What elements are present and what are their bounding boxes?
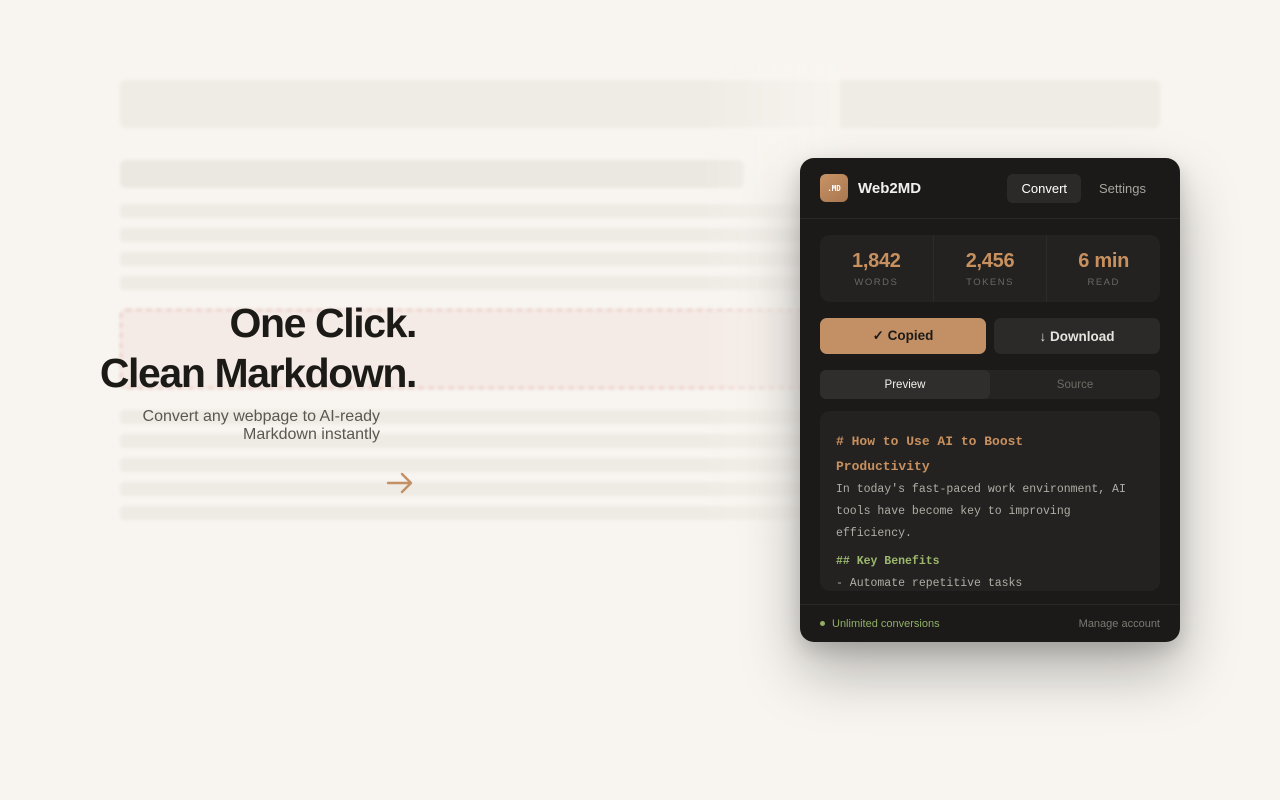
stat-read-time: 6 min READ [1047,235,1160,302]
hero: One Click. Clean Markdown. Convert any w… [60,298,418,443]
hero-subtitle-line1: Convert any webpage to AI-ready [142,408,380,425]
popup-footer: Unlimited conversions Manage account [800,604,1180,642]
app-name: Web2MD [858,179,922,197]
download-button[interactable]: ↓ Download [994,318,1160,354]
stats-card: 1,842 WORDS 2,456 TOKENS 6 min READ [820,235,1160,302]
bg-header-bar [120,80,1160,128]
hero-title-line2: Clean Markdown. [99,350,418,396]
hero-subtitle-line2: Markdown instantly [243,426,380,443]
popup-nav: Convert Settings [1007,173,1160,203]
manage-account-link[interactable]: Manage account [1079,618,1160,630]
arrow-right-icon [386,472,413,494]
hero-title-line1: One Click. [229,300,417,346]
stat-value: 1,842 [852,249,901,272]
md-heading-1-cont: Productivity [836,459,930,474]
tab-convert[interactable]: Convert [1007,173,1082,203]
tab-source[interactable]: Source [990,370,1160,399]
copy-button[interactable]: ✓ Copied [820,318,986,354]
stat-label: READ [1087,276,1120,288]
app-logo: .MD [820,174,848,202]
md-list-item: - Automate repetitive tasks [836,577,1023,590]
md-paragraph-line: efficiency. [836,527,912,540]
md-heading-1: # How to Use AI to Boost [836,434,1024,449]
bg-title-bar [120,160,744,188]
tab-settings[interactable]: Settings [1085,174,1160,203]
markdown-preview[interactable]: # How to Use AI to Boost Productivity In… [820,411,1160,591]
tab-preview[interactable]: Preview [820,370,990,399]
stat-tokens: 2,456 TOKENS [934,235,1048,302]
plan-status: Unlimited conversions [832,617,940,630]
md-heading-2: ## Key Benefits [836,555,940,568]
md-paragraph-line: tools have become key to improving [836,505,1071,518]
stat-value: 6 min [1078,249,1130,272]
action-buttons: ✓ Copied ↓ Download [820,318,1160,354]
hero-subtitle: Convert any webpage to AI-ready Markdown… [80,408,380,444]
popup-header: .MD Web2MD Convert Settings [800,158,1180,219]
stat-label: TOKENS [966,276,1014,288]
md-paragraph-line: In today's fast-paced work environment, … [836,483,1126,496]
stat-label: WORDS [854,276,899,288]
stat-value: 2,456 [965,249,1015,272]
status-dot-icon [820,621,825,626]
view-toggle: Preview Source [820,370,1160,399]
extension-popup: .MD Web2MD Convert Settings 1,842 WORDS … [800,158,1180,642]
stat-words: 1,842 WORDS [820,235,934,302]
